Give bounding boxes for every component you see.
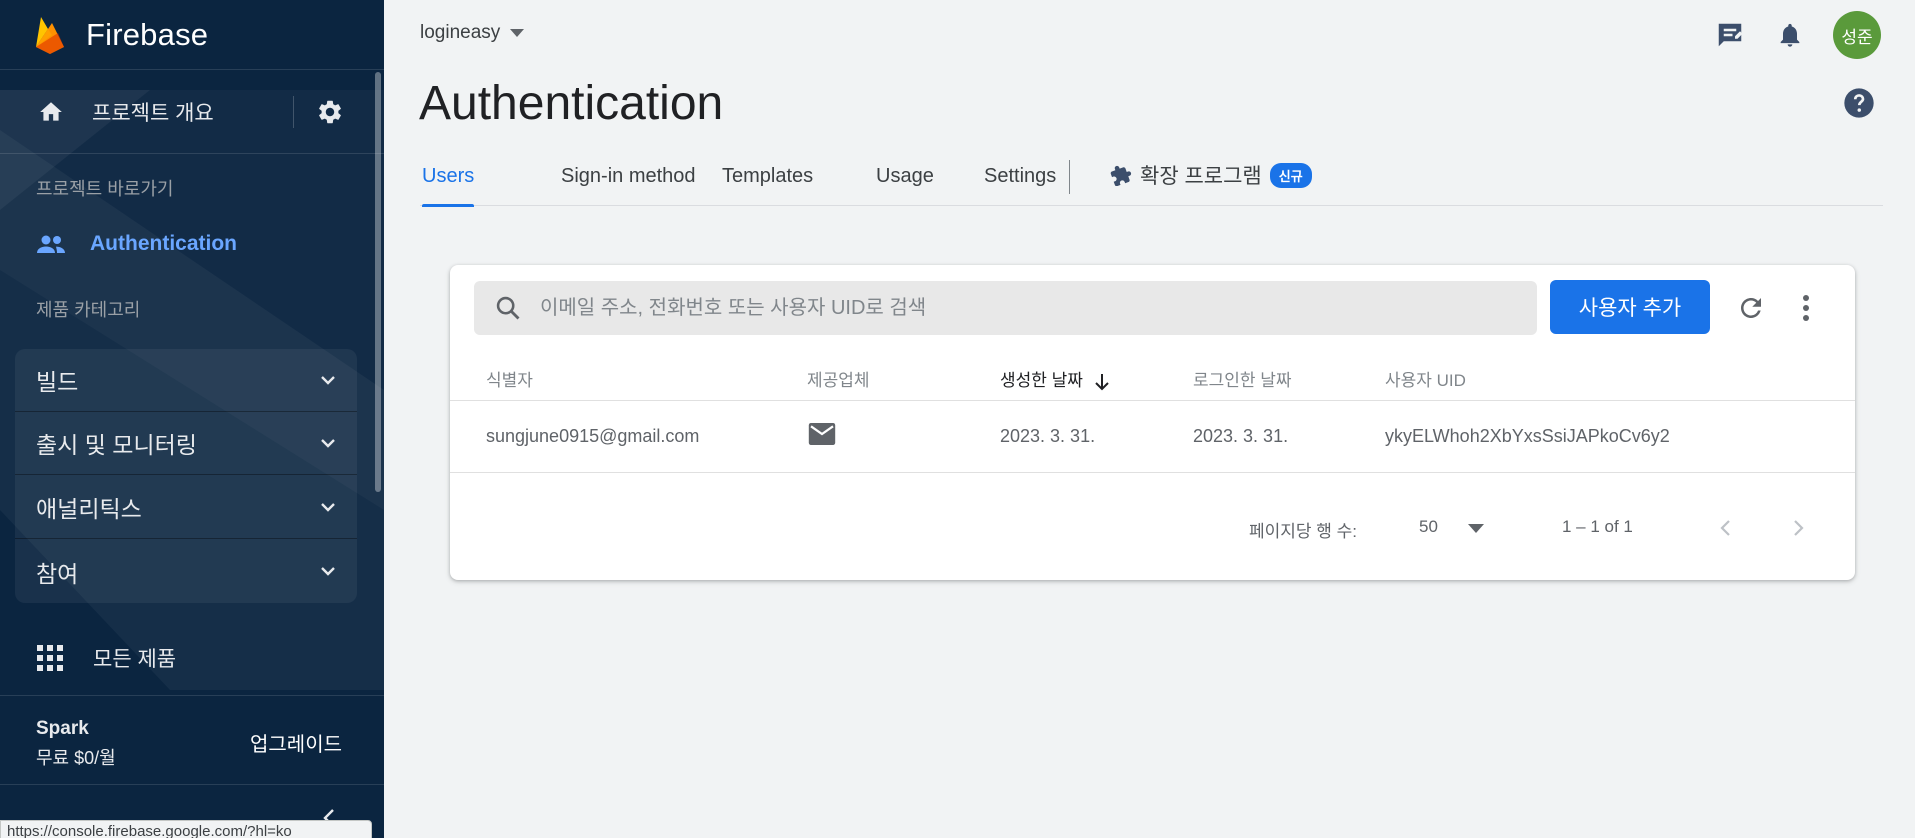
all-products-link[interactable]: 모든 제품 <box>0 636 384 680</box>
chevron-down-icon <box>321 567 335 576</box>
tab-usage[interactable]: Usage <box>876 165 934 206</box>
search-bar[interactable] <box>474 281 1537 335</box>
home-icon <box>40 101 62 121</box>
release-notes-icon[interactable] <box>1715 20 1745 50</box>
chevron-down-icon <box>321 439 335 448</box>
sidebar-scrollbar[interactable] <box>375 72 381 492</box>
main-content: logineasy 성준 Authentication Users Sign-i… <box>384 0 1915 838</box>
extensions-label: 확장 프로그램 <box>1140 165 1262 188</box>
category-release-monitor[interactable]: 출시 및 모니터링 <box>15 412 357 475</box>
column-created[interactable]: 생성한 날짜 <box>1000 366 1109 391</box>
page-title: Authentication <box>419 77 724 130</box>
add-user-button[interactable]: 사용자 추가 <box>1550 280 1710 334</box>
all-products-label: 모든 제품 <box>93 648 177 671</box>
extension-icon <box>1110 165 1132 186</box>
apps-grid-icon <box>37 645 63 671</box>
table-header: 식별자 제공업체 생성한 날짜 로그인한 날짜 사용자 UID <box>450 351 1855 401</box>
chevron-down-icon <box>321 503 335 512</box>
search-icon <box>496 296 520 320</box>
category-label: 참여 <box>36 560 79 587</box>
category-label: 출시 및 모니터링 <box>36 432 197 458</box>
category-label: 애널리틱스 <box>36 496 142 522</box>
more-vert-icon[interactable] <box>1802 293 1810 323</box>
refresh-icon[interactable] <box>1736 293 1766 323</box>
plan-name: Spark <box>36 718 89 739</box>
page-range: 1 – 1 of 1 <box>1562 517 1633 536</box>
users-card: 사용자 추가 식별자 제공업체 생성한 날짜 로그인한 날짜 사용자 UID s… <box>450 265 1855 580</box>
rows-per-page-label: 페이지당 행 수: <box>1249 522 1358 541</box>
sidebar-item-label: Authentication <box>90 232 237 255</box>
upgrade-button[interactable]: 업그레이드 <box>250 728 342 757</box>
chevron-right-icon[interactable] <box>1788 517 1808 539</box>
product-categories: 빌드 출시 및 모니터링 애널리틱스 참여 <box>15 349 357 603</box>
pagination: 페이지당 행 수: 50 1 – 1 of 1 <box>450 503 1855 553</box>
table-row[interactable]: sungjune0915@gmail.com 2023. 3. 31. 2023… <box>450 401 1855 473</box>
status-bar-url: https://console.firebase.google.com/?hl=… <box>0 820 372 838</box>
firebase-brand[interactable]: Firebase <box>0 0 384 70</box>
firebase-logo-icon <box>36 16 64 54</box>
bell-icon[interactable] <box>1776 20 1804 50</box>
tab-separator <box>1069 160 1070 194</box>
project-overview[interactable]: 프로젝트 개요 <box>0 70 384 154</box>
gear-icon[interactable] <box>316 98 344 126</box>
cell-identifier: sungjune0915@gmail.com <box>486 426 700 446</box>
column-provider[interactable]: 제공업체 <box>807 366 870 391</box>
firebase-title: Firebase <box>86 16 209 52</box>
chevron-down-icon <box>321 376 335 385</box>
column-created-label: 생성한 날짜 <box>1000 371 1083 390</box>
people-icon <box>37 235 65 253</box>
product-catalog-label: 제품 카테고리 <box>36 300 141 320</box>
cell-signed-in: 2023. 3. 31. <box>1193 426 1289 446</box>
new-badge: 신규 <box>1269 162 1312 188</box>
help-icon[interactable] <box>1843 87 1875 119</box>
overview-divider <box>293 96 294 128</box>
tab-users[interactable]: Users <box>422 165 475 207</box>
rows-per-page-select[interactable]: 50 <box>1419 517 1438 537</box>
caret-down-icon <box>510 29 525 37</box>
tab-sign-in-method[interactable]: Sign-in method <box>561 165 696 206</box>
project-shortcuts-label: 프로젝트 바로가기 <box>36 179 174 199</box>
tab-settings[interactable]: Settings <box>984 165 1056 206</box>
project-selector[interactable]: logineasy <box>420 22 525 44</box>
billing-plan: Spark 무료 $0/월 업그레이드 <box>0 695 384 785</box>
project-name: logineasy <box>420 22 501 43</box>
plan-price: 무료 $0/월 <box>36 748 116 768</box>
tab-extensions[interactable]: 확장 프로그램 신규 <box>1110 160 1312 190</box>
column-signed-in[interactable]: 로그인한 날짜 <box>1193 366 1292 391</box>
category-analytics[interactable]: 애널리틱스 <box>15 476 357 539</box>
category-engage[interactable]: 참여 <box>15 540 357 603</box>
sidebar: Firebase 프로젝트 개요 프로젝트 바로가기 Authenticatio… <box>0 0 384 838</box>
chevron-left-icon[interactable] <box>1716 517 1736 539</box>
project-overview-label: 프로젝트 개요 <box>92 101 214 125</box>
category-label: 빌드 <box>36 369 79 395</box>
avatar[interactable]: 성준 <box>1833 11 1881 59</box>
auth-tabs: Users Sign-in method Templates Usage Set… <box>420 160 1883 207</box>
cell-created: 2023. 3. 31. <box>1000 426 1096 446</box>
category-build[interactable]: 빌드 <box>15 349 357 412</box>
tab-templates[interactable]: Templates <box>722 165 813 206</box>
caret-down-icon[interactable] <box>1468 524 1484 533</box>
search-input[interactable] <box>540 296 1520 320</box>
column-identifier[interactable]: 식별자 <box>486 366 533 391</box>
arrow-down-icon <box>1095 373 1109 390</box>
mail-icon <box>808 423 836 445</box>
sidebar-item-authentication[interactable]: Authentication <box>0 222 384 266</box>
cell-uid: ykyELWhoh2XbYxsSsiJAPkoCv6y2 <box>1385 426 1670 446</box>
column-uid[interactable]: 사용자 UID <box>1385 366 1466 391</box>
